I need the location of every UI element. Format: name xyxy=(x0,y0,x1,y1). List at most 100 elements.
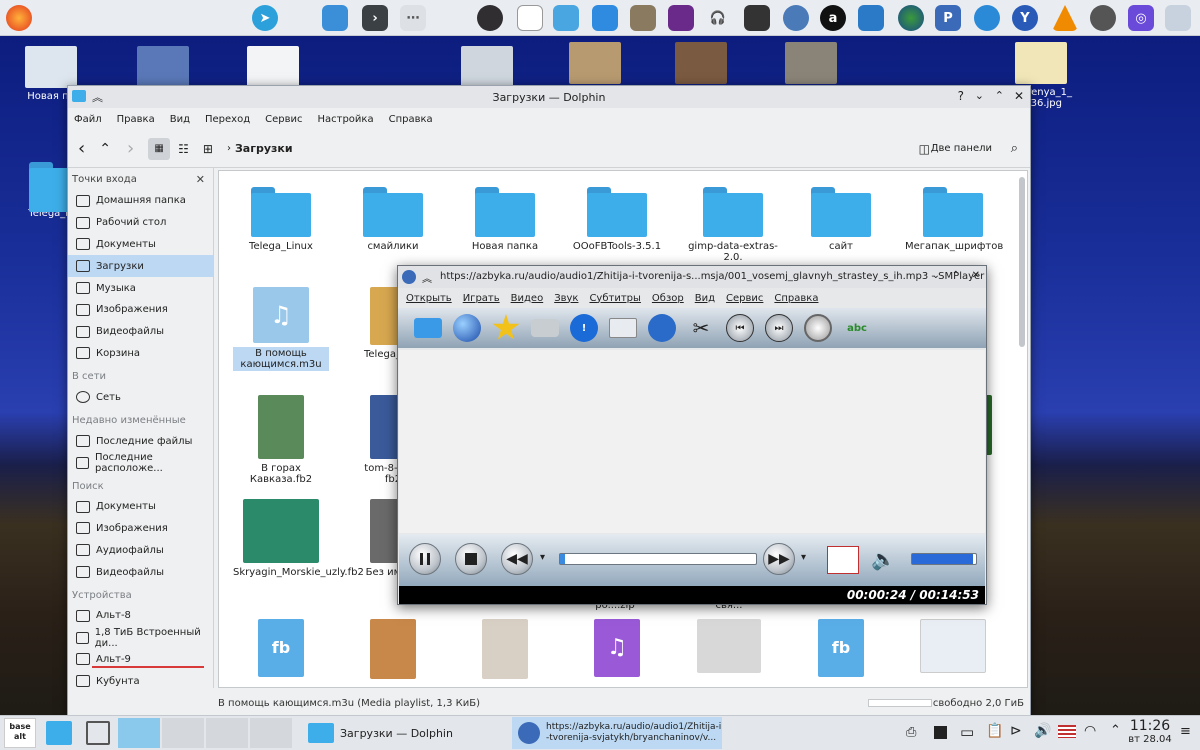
previous-icon[interactable]: ⏮ xyxy=(726,314,754,342)
place-trash[interactable]: Корзина xyxy=(68,343,213,365)
pdf-viewer-icon[interactable]: P xyxy=(935,5,961,31)
search-videos[interactable]: Видеофайлы xyxy=(68,561,213,583)
stop-media-icon[interactable] xyxy=(934,726,947,739)
up-icon[interactable]: ⌃ xyxy=(99,141,111,157)
audio-volume-icon[interactable]: 🔊 xyxy=(1034,723,1051,739)
subtitles-icon[interactable]: abc xyxy=(843,314,871,342)
pager-desktop-1[interactable] xyxy=(118,718,160,748)
seek-bar[interactable] xyxy=(559,553,757,565)
text-tool-icon[interactable]: a xyxy=(820,5,846,31)
desktop-icon[interactable] xyxy=(668,42,734,87)
volume-icon[interactable]: 🔈 xyxy=(871,547,896,571)
breadcrumb[interactable]: Загрузки xyxy=(235,142,293,155)
show-desktop-icon[interactable] xyxy=(86,721,110,745)
file-item[interactable]: Новая папка xyxy=(457,183,553,252)
menu-view[interactable]: Вид xyxy=(695,293,715,304)
desktop-icon[interactable] xyxy=(778,42,844,87)
place-recent-files[interactable]: Последние файлы xyxy=(68,430,213,452)
place-music[interactable]: Музыка xyxy=(68,277,213,299)
info-icon[interactable]: ! xyxy=(570,314,598,342)
obs-icon[interactable] xyxy=(477,5,503,31)
file-item[interactable]: gimp-data-extras-2.0. xyxy=(681,183,785,263)
menu-video[interactable]: Видео xyxy=(511,293,544,304)
close-icon[interactable]: ✕ xyxy=(972,270,980,281)
next-icon[interactable]: ⏭ xyxy=(765,314,793,342)
maximize-icon[interactable]: ⌃ xyxy=(995,89,1004,102)
file-item[interactable]: fb xyxy=(233,619,329,681)
forward-menu-icon[interactable]: ▾ xyxy=(801,552,806,563)
menu-view[interactable]: Вид xyxy=(170,114,190,125)
settings-icon[interactable]: ⋯ xyxy=(400,5,426,31)
file-manager-icon[interactable] xyxy=(322,5,348,31)
yandex-browser-icon[interactable]: Y xyxy=(1012,5,1038,31)
menu-play[interactable]: Играть xyxy=(463,293,500,304)
firefox-icon[interactable] xyxy=(6,5,32,31)
back-icon[interactable]: ‹ xyxy=(78,138,85,159)
menu-tools[interactable]: Сервис xyxy=(726,293,763,304)
maximize-icon[interactable]: ⌃ xyxy=(952,270,960,281)
audio-track-icon[interactable] xyxy=(804,314,832,342)
rewind-button[interactable]: ◀◀ xyxy=(501,543,533,575)
preferences-icon[interactable]: ✂ xyxy=(687,314,715,342)
minimize-icon[interactable]: ⌄ xyxy=(932,270,940,281)
file-item[interactable]: ♫ xyxy=(569,619,665,681)
file-item[interactable]: fbb2 xyxy=(793,619,889,681)
telegram-icon[interactable]: ➤ xyxy=(252,5,278,31)
device-kubuntu[interactable]: Кубунта xyxy=(68,670,213,692)
screen-icon[interactable]: ▭ xyxy=(960,723,974,741)
file-item[interactable]: Skryagin_Morskie_uzly.fb2 xyxy=(233,499,364,578)
saint-petersburg-icon[interactable] xyxy=(1165,5,1191,31)
menu-browse[interactable]: Обзор xyxy=(652,293,684,304)
terminal-icon[interactable]: › xyxy=(362,5,388,31)
video-area[interactable] xyxy=(399,350,985,533)
package-icon[interactable] xyxy=(553,5,579,31)
place-network[interactable]: Сеть xyxy=(68,386,213,408)
application-menu[interactable]: base alt xyxy=(4,718,36,748)
keep-above-icon[interactable]: ︽ xyxy=(422,270,432,285)
menu-file[interactable]: Файл xyxy=(74,114,102,125)
place-home[interactable]: Домашняя папка xyxy=(68,190,213,212)
open-folder-icon[interactable] xyxy=(414,318,442,338)
stop-button[interactable] xyxy=(455,543,487,575)
task-dolphin[interactable]: Загрузки — Dolphin xyxy=(302,717,508,749)
video-settings-icon[interactable] xyxy=(648,314,676,342)
pager-desktop-2[interactable] xyxy=(162,718,204,748)
favorites-icon[interactable] xyxy=(492,314,520,340)
place-desktop[interactable]: Рабочий стол xyxy=(68,212,213,234)
compact-view-icon[interactable]: ☷ xyxy=(178,142,189,156)
split-view-icon[interactable]: ◫ xyxy=(919,142,930,156)
place-recent-locations[interactable]: Последние расположе... xyxy=(68,452,213,474)
file-item[interactable]: В горах Кавказа.fb2 xyxy=(233,395,329,485)
search-images[interactable]: Изображения xyxy=(68,518,213,540)
file-item[interactable] xyxy=(457,619,553,683)
search-audio[interactable]: Аудиофайлы xyxy=(68,539,213,561)
help-icon[interactable]: ? xyxy=(958,89,964,103)
menu-open[interactable]: Открыть xyxy=(406,293,452,304)
menu-audio[interactable]: Звук xyxy=(554,293,578,304)
rewind-menu-icon[interactable]: ▾ xyxy=(540,552,545,563)
place-downloads[interactable]: Загрузки xyxy=(68,255,213,278)
minimize-icon[interactable]: ⌄ xyxy=(975,89,984,102)
notifications-icon[interactable]: ⎙ xyxy=(906,725,916,740)
pager-desktop-4[interactable] xyxy=(250,718,292,748)
file-item[interactable] xyxy=(681,619,777,677)
fullscreen-icon[interactable] xyxy=(827,546,859,574)
device-alt8[interactable]: Альт-8 xyxy=(68,605,213,627)
place-pictures[interactable]: Изображения xyxy=(68,299,213,321)
file-item[interactable] xyxy=(905,619,1001,677)
file-item[interactable]: сайт xyxy=(793,183,889,252)
split-view-button[interactable]: Две панели xyxy=(931,143,992,154)
scrollbar[interactable] xyxy=(1019,177,1025,347)
task-smplayer[interactable]: https://azbyka.ru/audio/audio1/Zhitija-i… xyxy=(512,717,722,749)
details-view-icon[interactable]: ⊞ xyxy=(203,142,213,156)
document-icon[interactable] xyxy=(517,5,543,31)
menu-settings[interactable]: Настройка xyxy=(317,114,373,125)
menu-help[interactable]: Справка xyxy=(389,114,433,125)
gimp-icon[interactable] xyxy=(630,5,656,31)
desktop-icon[interactable] xyxy=(562,42,628,87)
file-item[interactable]: Мегапак_шрифтов xyxy=(905,183,1003,252)
menu-edit[interactable]: Правка xyxy=(117,114,155,125)
place-videos[interactable]: Видеофайлы xyxy=(68,321,213,343)
close-panel-icon[interactable]: ✕ xyxy=(196,173,205,186)
webcam-icon[interactable] xyxy=(858,5,884,31)
